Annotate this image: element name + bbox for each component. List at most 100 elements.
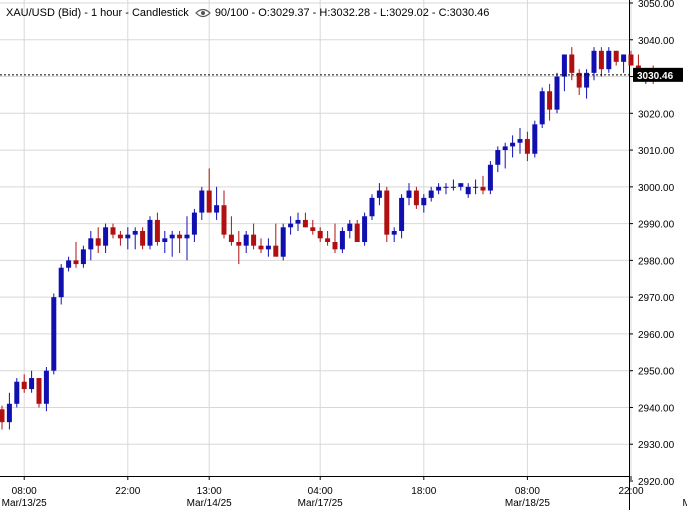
candle-up xyxy=(443,186,449,188)
chart-root: 2920.00 2930.00 2940.00 2950.00 2960.00 2970.… xyxy=(0,0,687,510)
candle-up xyxy=(280,227,286,257)
y-tick-label: 2990.00 xyxy=(638,220,675,231)
candle-down xyxy=(110,227,116,235)
candle-up xyxy=(243,234,249,246)
x-tick-date: Mar/17/25 xyxy=(298,498,343,509)
y-tick-label: 2980.00 xyxy=(638,256,675,267)
candle-up xyxy=(199,190,205,213)
candle-up xyxy=(561,54,567,77)
candle-up xyxy=(621,54,627,62)
y-tick-label: 2960.00 xyxy=(638,330,675,341)
x-tick-label: 08:00 xyxy=(12,486,37,497)
candle-up xyxy=(103,227,109,246)
candle-down xyxy=(21,381,27,390)
candle-up xyxy=(406,190,412,198)
y-tick-label: 3040.00 xyxy=(638,36,675,47)
candle-down xyxy=(317,230,323,239)
candle-down xyxy=(354,223,360,242)
candle-up xyxy=(473,186,479,188)
candle-up xyxy=(510,142,516,147)
x-tick-label: 08:00 xyxy=(515,486,540,497)
ohlc-readout: O:3029.37 - H:3032.28 - L:3029.02 - C:30… xyxy=(258,7,490,19)
candle-up xyxy=(362,216,368,242)
x-tick-label: 18:00 xyxy=(411,486,436,497)
candle-up xyxy=(458,183,464,187)
x-tick-label: 13:00 xyxy=(197,486,222,497)
style-label: Candlestick xyxy=(131,7,189,19)
candle-down xyxy=(273,245,279,257)
x-tick-date: Mar/19/25 xyxy=(682,498,687,509)
candle-up xyxy=(51,297,57,371)
y-tick-label: 2930.00 xyxy=(638,440,675,451)
candle-up xyxy=(43,370,49,404)
candle-up xyxy=(265,245,271,250)
candle-down xyxy=(628,54,634,66)
candle-down xyxy=(117,234,123,239)
candle-down xyxy=(310,227,316,231)
symbol-label: XAU/USD (Bid) xyxy=(6,7,82,19)
candle-up xyxy=(184,234,190,239)
candle-up xyxy=(295,219,301,224)
candle-up xyxy=(539,91,545,125)
candle-down xyxy=(0,409,5,423)
y-tick-label: 2940.00 xyxy=(638,403,675,414)
candle-up xyxy=(288,223,294,228)
candle-up xyxy=(554,76,560,110)
candle-down xyxy=(36,378,42,404)
candle-down xyxy=(332,242,338,250)
candle-up xyxy=(369,197,375,217)
x-tick-date: Mar/13/25 xyxy=(2,498,47,509)
chart-header: XAU/USD (Bid) - 1 hour - Candlestick 90/… xyxy=(6,7,490,19)
candle-down xyxy=(154,219,160,242)
eye-icon[interactable] xyxy=(194,8,211,18)
interval-label: 1 hour xyxy=(90,7,123,19)
candle-up xyxy=(162,238,168,242)
x-tick-label: 22:00 xyxy=(618,486,643,497)
candle-down xyxy=(140,230,146,246)
x-tick-date: Mar/14/25 xyxy=(187,498,232,509)
candle-down xyxy=(206,190,212,213)
candle-down xyxy=(251,234,257,246)
candle-up xyxy=(502,146,508,151)
candle-up xyxy=(421,197,427,206)
candle-up xyxy=(428,190,434,198)
y-tick-label: 3010.00 xyxy=(638,146,675,157)
candle-up xyxy=(14,381,20,404)
candle-up xyxy=(169,234,175,239)
candle-down xyxy=(73,260,79,265)
candle-up xyxy=(147,219,153,246)
candle-down xyxy=(613,50,619,62)
candle-up xyxy=(465,186,471,195)
candle-down xyxy=(598,50,604,70)
candle-down xyxy=(236,242,242,246)
candle-up xyxy=(532,124,538,154)
y-tick-label: 3000.00 xyxy=(638,183,675,194)
candle-down xyxy=(95,238,101,246)
y-tick-label: 2950.00 xyxy=(638,367,675,378)
y-tick-label: 2970.00 xyxy=(638,293,675,304)
candle-down xyxy=(569,54,575,73)
candle-up xyxy=(80,249,86,265)
candle-down xyxy=(413,190,419,206)
candle-up xyxy=(517,139,523,143)
candle-down xyxy=(258,245,264,250)
candle-up xyxy=(391,230,397,235)
y-tick-label: 3020.00 xyxy=(638,109,675,120)
candle-down xyxy=(177,234,183,239)
candle-down xyxy=(221,205,227,235)
candle-down xyxy=(547,91,553,110)
candle-up xyxy=(436,186,442,191)
candle-down xyxy=(480,186,486,191)
candlestick-chart: 2920.002930.002940.002950.002960.002970.… xyxy=(0,0,687,510)
candle-up xyxy=(347,223,353,231)
candle-up xyxy=(132,230,138,235)
last-price-label: 3030.46 xyxy=(637,71,674,82)
candle-up xyxy=(58,267,64,298)
candle-down xyxy=(384,190,390,235)
x-tick-date: Mar/18/25 xyxy=(505,498,550,509)
candle-down xyxy=(228,234,234,242)
candle-up xyxy=(214,205,220,213)
candle-up xyxy=(339,230,345,250)
candle-up xyxy=(66,260,72,268)
candle-up xyxy=(125,234,131,239)
